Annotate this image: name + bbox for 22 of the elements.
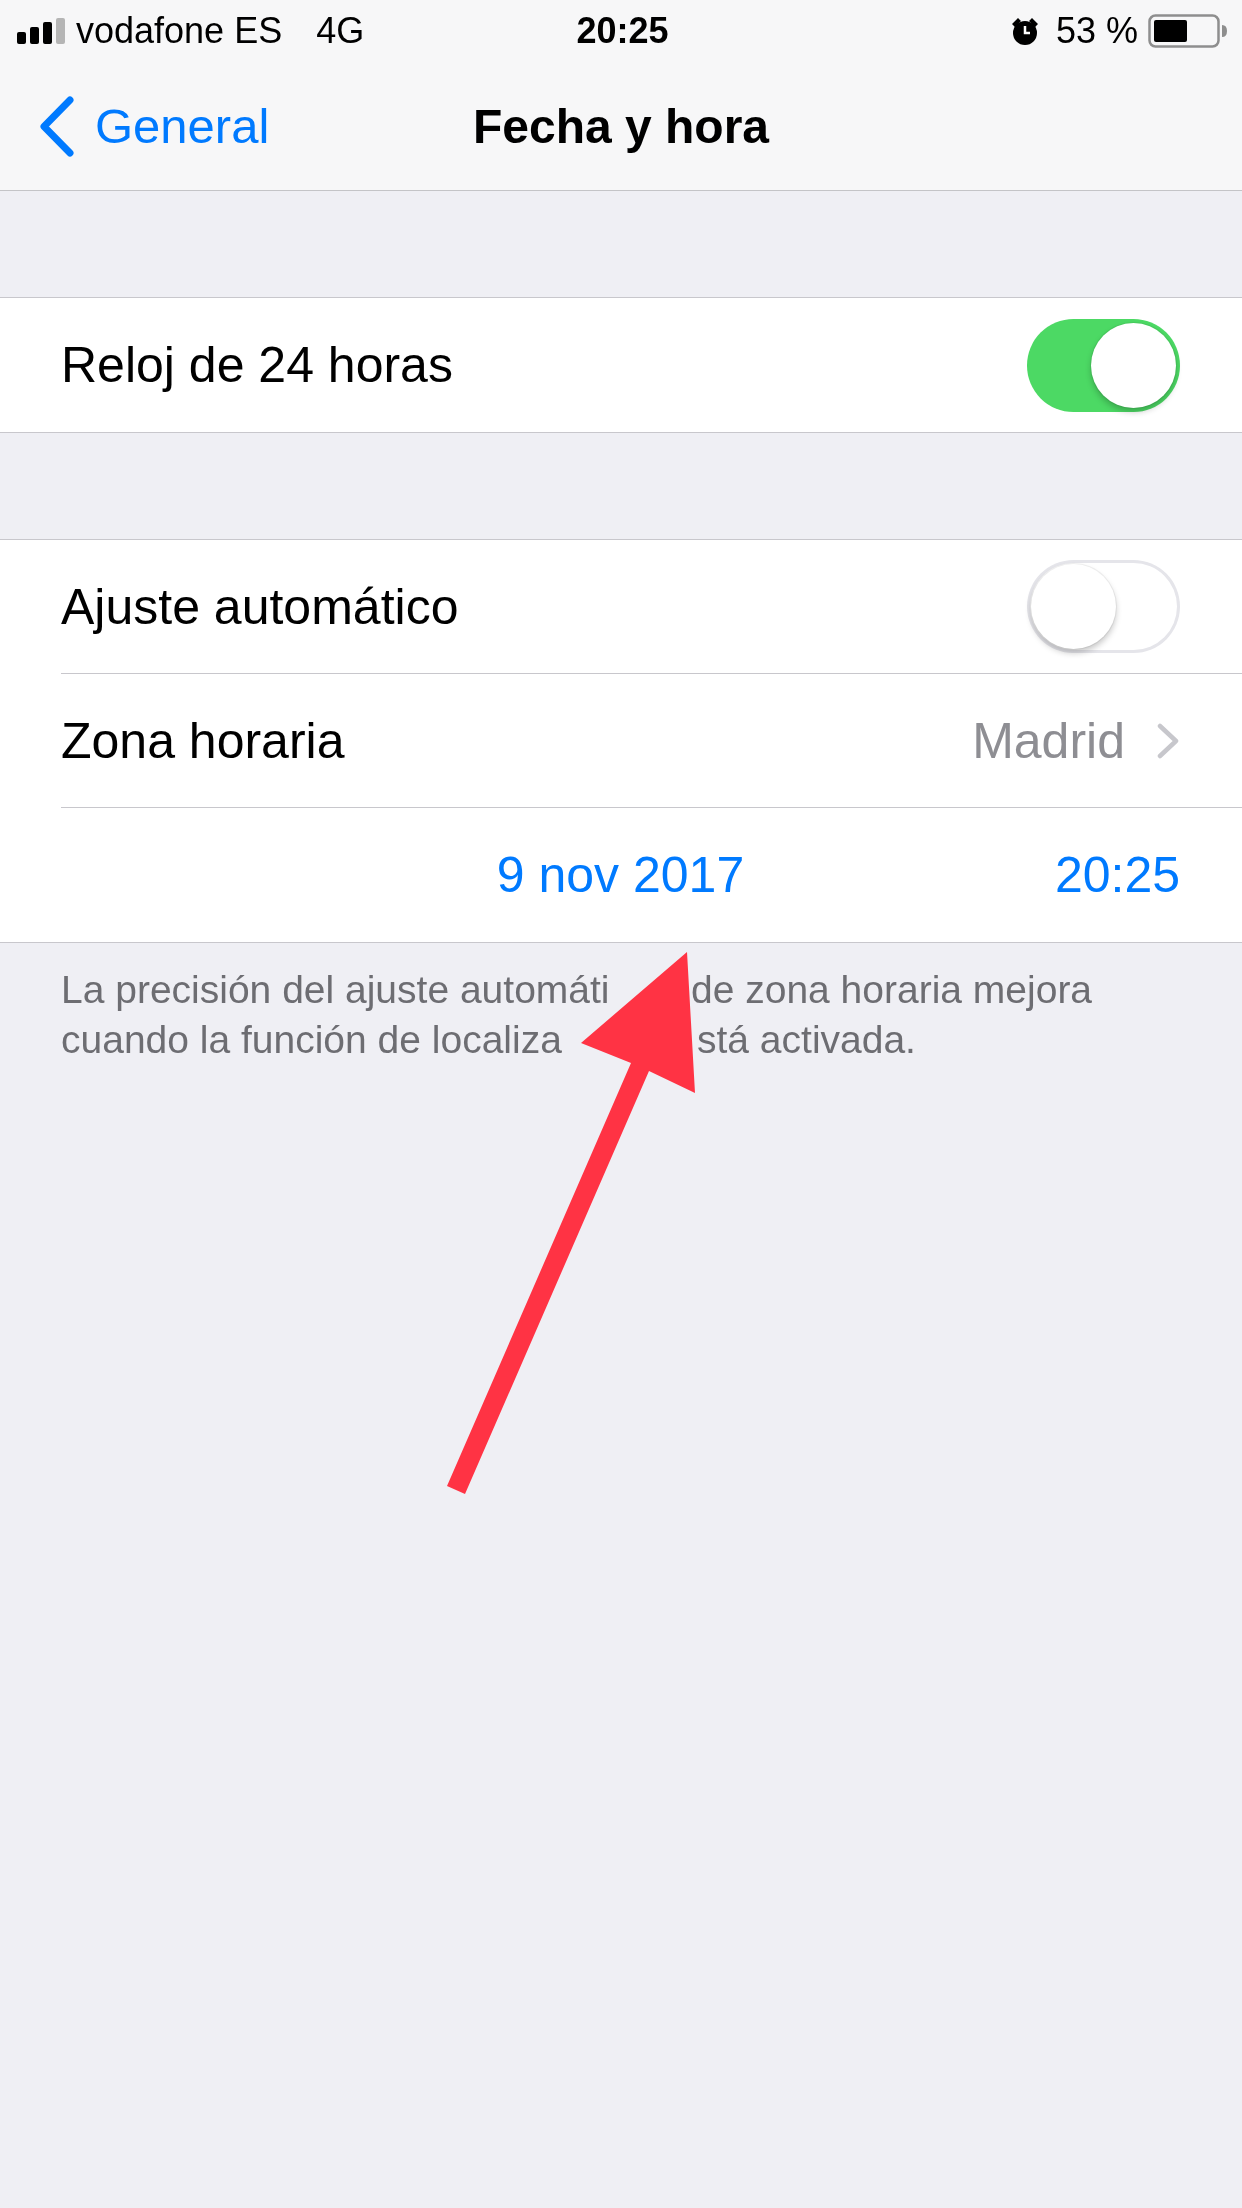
battery-icon [1148, 14, 1228, 48]
carrier-name: vodafone ES [76, 10, 283, 52]
row-label: Zona horaria [61, 711, 345, 770]
battery-percent: 53 % [1055, 10, 1138, 52]
footer-text: de zona horaria mejora [691, 968, 1093, 1012]
row-value: Madrid [972, 711, 1125, 770]
page-title: Fecha y hora [472, 98, 770, 154]
date-text: 9 nov 2017 [496, 846, 745, 904]
time-text: 20:25 [1054, 846, 1180, 904]
footer-text: cuando la función de localiza [61, 1018, 562, 1062]
chevron-left-icon [38, 95, 75, 157]
status-time: 20:25 [576, 10, 669, 52]
network-type: 4G [316, 10, 365, 52]
date-time-row[interactable]: 9 nov 2017 20:25 [0, 808, 1242, 942]
footer-text: La precisión del ajuste automáti [61, 968, 610, 1012]
chevron-right-icon [1157, 722, 1180, 759]
row-label: Reloj de 24 horas [61, 336, 453, 394]
back-button[interactable]: General [38, 95, 270, 157]
row-label: Ajuste automático [61, 577, 459, 636]
footer-text: stá activada. [697, 1018, 916, 1062]
signal-bars-icon [17, 18, 65, 44]
settings-row[interactable]: Zona horaria Madrid [0, 674, 1242, 808]
